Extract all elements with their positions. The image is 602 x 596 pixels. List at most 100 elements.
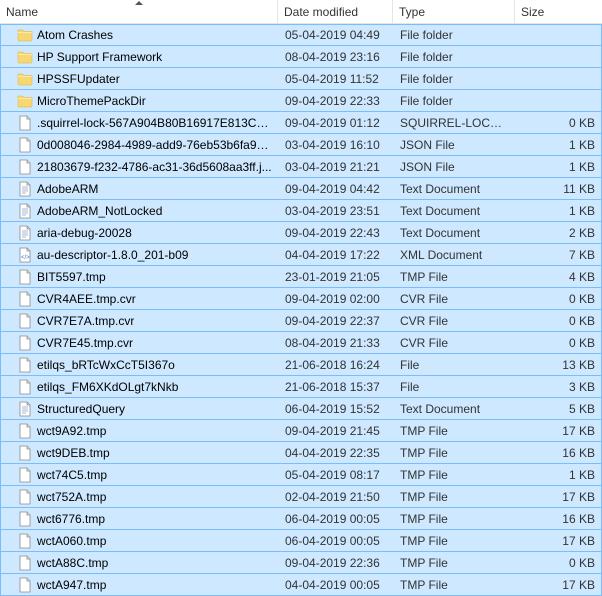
file-date-cell: 09-04-2019 22:36 [279,556,394,570]
file-row[interactable]: .squirrel-lock-567A904B80B16917E813CC...… [0,112,602,134]
file-name-cell: </> au-descriptor-1.8.0_201-b09 [1,247,279,263]
file-row[interactable]: etilqs_FM6XKdOLgt7kNkb21-06-2018 15:37Fi… [0,376,602,398]
file-date-cell: 21-06-2018 15:37 [279,380,394,394]
file-name-label: aria-debug-20028 [37,226,132,240]
file-name-cell: HP Support Framework [1,49,279,65]
file-date-cell: 04-04-2019 00:05 [279,578,394,592]
column-header-date-label: Date modified [284,5,358,19]
file-size-cell: 16 KB [516,512,601,526]
file-icon [17,269,33,285]
column-header-type[interactable]: Type [393,0,515,23]
file-row[interactable]: BIT5597.tmp23-01-2019 21:05TMP File4 KB [0,266,602,288]
file-date-cell: 09-04-2019 22:43 [279,226,394,240]
svg-text:</>: </> [21,255,30,261]
file-date-cell: 06-04-2019 00:05 [279,534,394,548]
file-name-label: wct74C5.tmp [37,468,107,482]
file-row[interactable]: wctA060.tmp06-04-2019 00:05TMP File17 KB [0,530,602,552]
file-date-cell: 03-04-2019 21:21 [279,160,394,174]
file-name-label: HP Support Framework [37,50,162,64]
file-row[interactable]: CVR7E7A.tmp.cvr09-04-2019 22:37CVR File0… [0,310,602,332]
file-row[interactable]: Atom Crashes05-04-2019 04:49File folder [0,24,602,46]
file-size-cell: 1 KB [516,160,601,174]
file-row[interactable]: </>au-descriptor-1.8.0_201-b0904-04-2019… [0,244,602,266]
file-row[interactable]: wct752A.tmp02-04-2019 21:50TMP File17 KB [0,486,602,508]
file-size-cell: 17 KB [516,424,601,438]
file-name-label: MicroThemePackDir [37,94,146,108]
file-date-cell: 09-04-2019 02:00 [279,292,394,306]
file-name-cell: CVR7E7A.tmp.cvr [1,313,279,329]
file-row[interactable]: wct9DEB.tmp04-04-2019 22:35TMP File16 KB [0,442,602,464]
column-header-name-label: Name [6,5,38,19]
file-type-cell: TMP File [394,446,516,460]
file-name-label: wct9DEB.tmp [37,446,110,460]
file-size-cell: 17 KB [516,490,601,504]
file-type-cell: TMP File [394,556,516,570]
folder-icon [17,27,33,43]
file-icon [17,467,33,483]
file-size-cell: 0 KB [516,556,601,570]
file-row[interactable]: AdobeARM_NotLocked03-04-2019 23:51Text D… [0,200,602,222]
file-row[interactable]: CVR4AEE.tmp.cvr09-04-2019 02:00CVR File0… [0,288,602,310]
file-date-cell: 04-04-2019 22:35 [279,446,394,460]
file-row[interactable]: aria-debug-2002809-04-2019 22:43Text Doc… [0,222,602,244]
file-type-cell: Text Document [394,402,516,416]
file-name-label: wctA88C.tmp [37,556,108,570]
file-date-cell: 23-01-2019 21:05 [279,270,394,284]
file-name-cell: wct752A.tmp [1,489,279,505]
file-row[interactable]: wct74C5.tmp05-04-2019 08:17TMP File1 KB [0,464,602,486]
file-date-cell: 02-04-2019 21:50 [279,490,394,504]
file-name-cell: HPSSFUpdater [1,71,279,87]
folder-icon [17,93,33,109]
file-icon [17,379,33,395]
file-row[interactable]: HPSSFUpdater05-04-2019 11:52File folder [0,68,602,90]
file-name-label: .squirrel-lock-567A904B80B16917E813CC... [37,116,273,130]
file-row[interactable]: wctA947.tmp04-04-2019 00:05TMP File17 KB [0,574,602,596]
file-date-cell: 03-04-2019 16:10 [279,138,394,152]
file-type-cell: SQUIRREL-LOCK-... [394,116,516,130]
column-header-size[interactable]: Size [515,0,602,23]
file-type-cell: TMP File [394,468,516,482]
file-row[interactable]: 21803679-f232-4786-ac31-36d5608aa3ff.j..… [0,156,602,178]
file-row[interactable]: HP Support Framework08-04-2019 23:16File… [0,46,602,68]
file-type-cell: CVR File [394,314,516,328]
file-name-label: wct6776.tmp [37,512,105,526]
file-name-cell: etilqs_FM6XKdOLgt7kNkb [1,379,279,395]
file-size-cell: 17 KB [516,534,601,548]
file-date-cell: 21-06-2018 16:24 [279,358,394,372]
folder-icon [17,71,33,87]
file-type-cell: CVR File [394,336,516,350]
file-row[interactable]: StructuredQuery06-04-2019 15:52Text Docu… [0,398,602,420]
file-date-cell: 09-04-2019 22:37 [279,314,394,328]
file-row[interactable]: 0d008046-2984-4989-add9-76eb53b6fa92...0… [0,134,602,156]
column-header-row: Name Date modified Type Size [0,0,602,24]
file-row[interactable]: etilqs_bRTcWxCcT5I367o21-06-2018 16:24Fi… [0,354,602,376]
file-icon [17,159,33,175]
file-icon [17,357,33,373]
file-row[interactable]: wctA88C.tmp 09-04-2019 22:36TMP File0 KB [0,552,602,574]
file-size-cell: 13 KB [516,358,601,372]
file-name-label: au-descriptor-1.8.0_201-b09 [37,248,188,262]
file-type-cell: File [394,380,516,394]
file-name-cell: 21803679-f232-4786-ac31-36d5608aa3ff.j..… [1,159,279,175]
file-name-cell: .squirrel-lock-567A904B80B16917E813CC... [1,115,279,131]
file-row[interactable]: CVR7E45.tmp.cvr08-04-2019 21:33CVR File0… [0,332,602,354]
file-name-cell: wctA947.tmp [1,577,279,593]
column-header-date[interactable]: Date modified [278,0,393,23]
file-type-cell: TMP File [394,512,516,526]
file-date-cell: 05-04-2019 04:49 [279,28,394,42]
file-name-cell: Atom Crashes [1,27,279,43]
column-header-name[interactable]: Name [0,0,278,23]
file-name-cell: CVR7E45.tmp.cvr [1,335,279,351]
file-row[interactable]: AdobeARM09-04-2019 04:42Text Document11 … [0,178,602,200]
file-icon [17,313,33,329]
file-row[interactable]: wct9A92.tmp09-04-2019 21:45TMP File17 KB [0,420,602,442]
file-row[interactable]: wct6776.tmp06-04-2019 00:05TMP File16 KB [0,508,602,530]
file-name-cell: CVR4AEE.tmp.cvr [1,291,279,307]
file-name-label: CVR7E7A.tmp.cvr [37,314,134,328]
file-name-cell: wct6776.tmp [1,511,279,527]
text-icon [17,203,33,219]
file-size-cell: 17 KB [516,578,601,592]
file-size-cell: 3 KB [516,380,601,394]
file-type-cell: Text Document [394,204,516,218]
file-row[interactable]: MicroThemePackDir09-04-2019 22:33File fo… [0,90,602,112]
